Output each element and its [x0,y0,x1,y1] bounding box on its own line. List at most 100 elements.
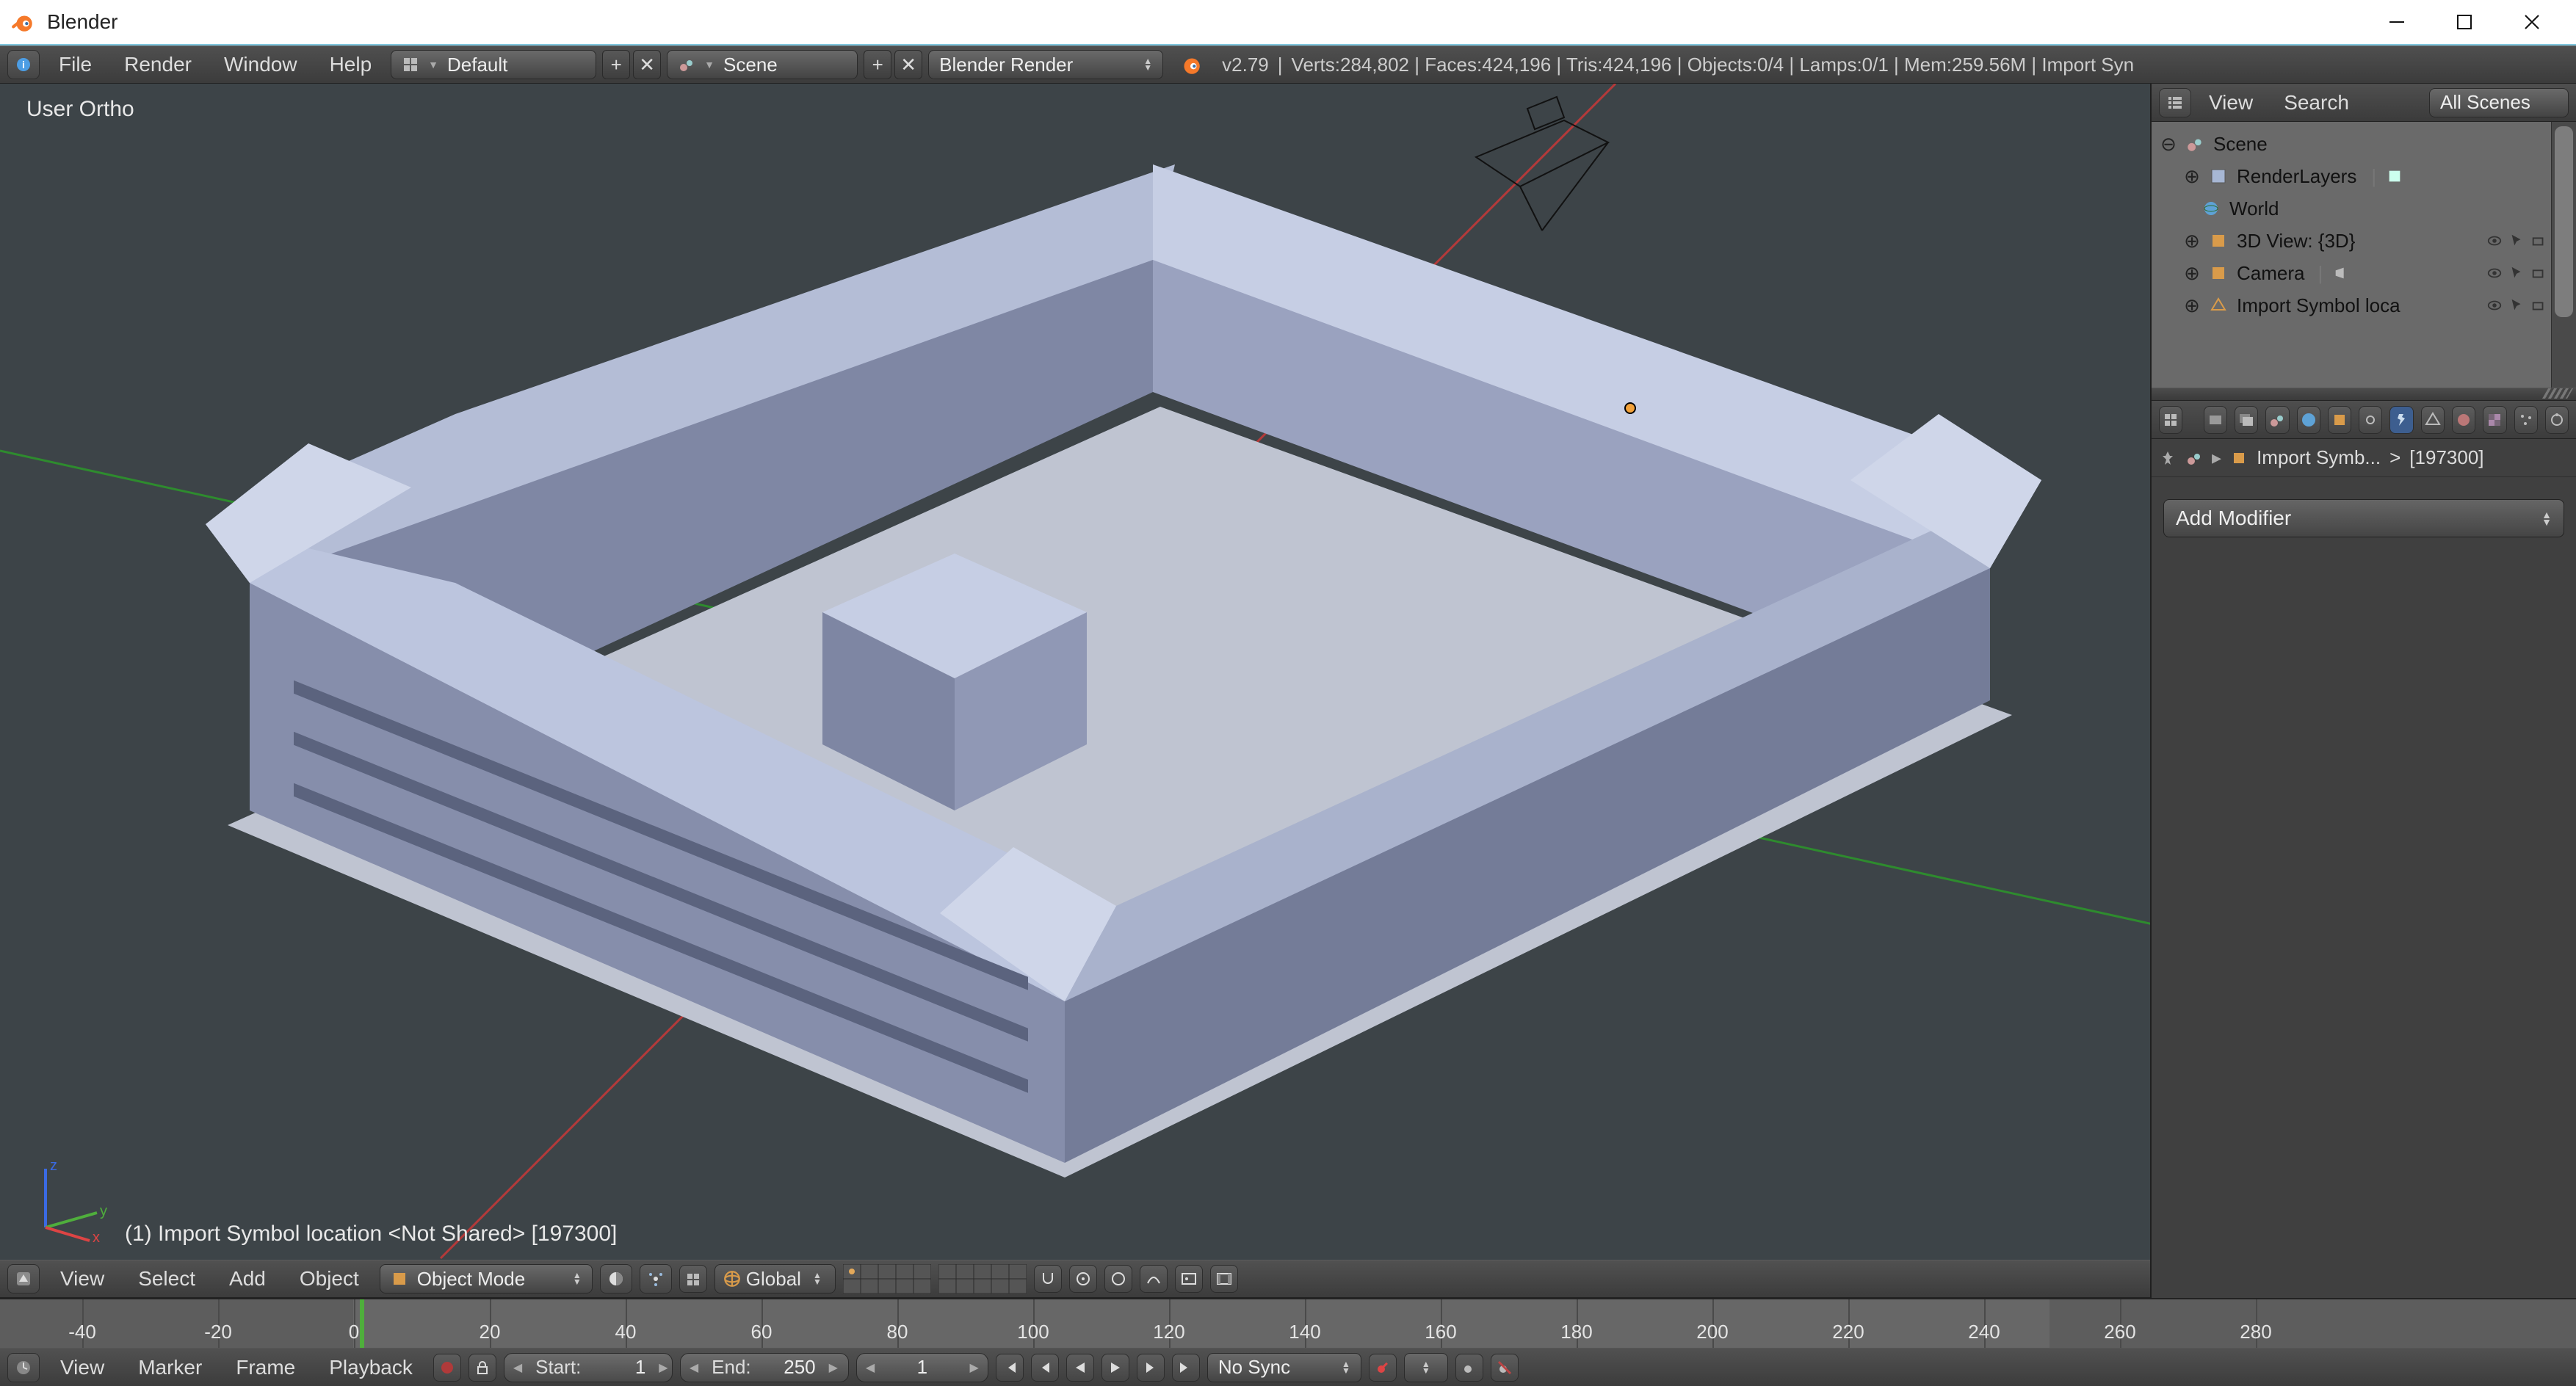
menu-file[interactable]: File [46,48,105,81]
tree-world[interactable]: World [2157,192,2467,225]
scene-dropdown[interactable]: ▼ Scene [667,50,858,79]
tree-import-symbol[interactable]: ⊕ Import Symbol loca [2157,289,2467,322]
eye-icon[interactable] [2486,233,2503,249]
menu-help[interactable]: Help [316,48,386,81]
tab-world-icon[interactable] [2297,406,2320,434]
outliner-menu-view[interactable]: View [2196,87,2266,119]
tree-renderlayers[interactable]: ⊕ RenderLayers | [2157,160,2467,192]
tab-render-icon[interactable] [2204,406,2227,434]
outliner-tree[interactable]: ⊖ Scene ⊕ RenderLayers | World [2152,122,2576,388]
tab-physics-icon[interactable] [2545,406,2569,434]
jump-first-button[interactable] [996,1354,1024,1382]
render-engine-dropdown[interactable]: Blender Render ▲▼ [928,50,1163,79]
start-frame-field[interactable]: ◀ Start: 1 ▶ [504,1353,673,1382]
delete-keyframe-button[interactable] [1491,1354,1519,1382]
3d-canvas[interactable]: User Ortho (1) Import Symbol location <N… [0,84,2150,1260]
tab-particles-icon[interactable] [2514,406,2538,434]
tl-menu-view[interactable]: View [47,1351,117,1384]
tl-menu-marker[interactable]: Marker [125,1351,215,1384]
tab-modifiers-icon[interactable] [2389,406,2413,434]
scene-add-button[interactable]: + [864,50,891,79]
tl-tick-label: 60 [751,1321,773,1343]
camera-icon[interactable] [2530,297,2547,313]
vp-menu-add[interactable]: Add [216,1263,279,1295]
eye-icon[interactable] [2486,297,2503,313]
proportional-falloff-button[interactable] [1140,1265,1168,1293]
window-minimize-button[interactable] [2363,1,2431,43]
layer-buttons-1[interactable] [843,1264,931,1294]
window-maximize-button[interactable] [2431,1,2498,43]
play-reverse-button[interactable] [1066,1354,1094,1382]
vp-menu-select[interactable]: Select [125,1263,209,1295]
screen-layout-dropdown[interactable]: ▼ Default [391,50,596,79]
keying-set-icon[interactable] [1369,1354,1397,1382]
shading-mode-button[interactable] [600,1264,632,1294]
vp-menu-view[interactable]: View [47,1263,117,1295]
auto-keyframe-toggle[interactable] [433,1354,461,1382]
editor-type-timeline-icon[interactable] [7,1353,40,1382]
window-titlebar: Blender [0,0,2576,46]
window-close-button[interactable] [2498,1,2566,43]
outliner-menu-search[interactable]: Search [2271,87,2362,119]
menu-render[interactable]: Render [111,48,205,81]
cursor-icon[interactable] [2508,265,2525,281]
tab-scene-icon[interactable] [2265,406,2289,434]
snap-target-button[interactable] [1069,1265,1097,1293]
current-frame-field[interactable]: ◀ 1 ▶ [856,1353,988,1382]
area-resize-handle[interactable] [2152,388,2576,401]
end-frame-field[interactable]: ◀ End: 250 ▶ [680,1353,849,1382]
keying-set-dropdown[interactable]: ▲▼ [1404,1353,1448,1382]
play-button[interactable] [1101,1354,1129,1382]
tab-constraints-icon[interactable] [2359,406,2382,434]
tree-scene[interactable]: ⊖ Scene [2157,128,2467,160]
proportional-edit-button[interactable] [1104,1265,1132,1293]
layers-lock-icon[interactable] [679,1265,707,1293]
keyframe-prev-button[interactable] [1031,1354,1059,1382]
tab-data-icon[interactable] [2421,406,2445,434]
editor-type-3dview-icon[interactable] [7,1264,40,1294]
cursor-icon[interactable] [2508,297,2525,313]
tl-menu-playback[interactable]: Playback [316,1351,426,1384]
timeline-ruler[interactable]: -40-200204060801001201401601802002202402… [0,1299,2576,1348]
add-modifier-label: Add Modifier [2176,507,2291,530]
camera-icon[interactable] [2530,233,2547,249]
lock-range-toggle[interactable] [468,1354,496,1382]
outliner-display-mode[interactable]: All Scenes [2429,88,2569,117]
end-value: 250 [764,1356,816,1379]
layer-buttons-2[interactable] [938,1264,1027,1294]
camera-icon[interactable] [2530,265,2547,281]
editor-type-outliner-icon[interactable] [2159,88,2191,117]
opengl-render-anim-button[interactable] [1210,1265,1238,1293]
snap-toggle[interactable] [1034,1265,1062,1293]
vp-menu-object[interactable]: Object [286,1263,372,1295]
transform-orientation-dropdown[interactable]: Global ▲▼ [714,1264,836,1294]
opengl-render-image-button[interactable] [1175,1265,1203,1293]
tree-3dview[interactable]: ⊕ 3D View: {3D} [2157,225,2467,257]
pivot-point-button[interactable] [640,1264,672,1294]
outliner-scrollbar[interactable] [2551,122,2576,388]
tree-camera[interactable]: ⊕ Camera | [2157,257,2467,289]
pin-icon[interactable] [2159,449,2177,467]
editor-type-properties-icon[interactable] [2159,406,2182,434]
keyframe-next-button[interactable] [1137,1354,1165,1382]
sync-mode-dropdown[interactable]: No Sync ▲▼ [1207,1353,1361,1382]
layout-remove-button[interactable]: ✕ [633,50,661,79]
tab-texture-icon[interactable] [2483,406,2506,434]
info-header: i File Render Window Help ▼ Default + ✕ … [0,46,2576,84]
object-mode-icon [391,1270,408,1288]
mode-dropdown[interactable]: Object Mode ▲▼ [380,1264,593,1294]
tl-menu-frame[interactable]: Frame [222,1351,308,1384]
insert-keyframe-button[interactable] [1455,1354,1483,1382]
tab-renderlayers-icon[interactable] [2235,406,2258,434]
cursor-icon[interactable] [2508,233,2525,249]
scene-remove-button[interactable]: ✕ [894,50,922,79]
add-modifier-dropdown[interactable]: Add Modifier ▲▼ [2163,499,2564,537]
layout-add-button[interactable]: + [602,50,630,79]
menu-window[interactable]: Window [211,48,311,81]
eye-icon[interactable] [2486,265,2503,281]
editor-type-info-icon[interactable]: i [7,50,40,79]
tab-object-icon[interactable] [2328,406,2351,434]
tab-material-icon[interactable] [2452,406,2475,434]
timeline-cursor[interactable] [360,1299,364,1348]
jump-last-button[interactable] [1172,1354,1200,1382]
